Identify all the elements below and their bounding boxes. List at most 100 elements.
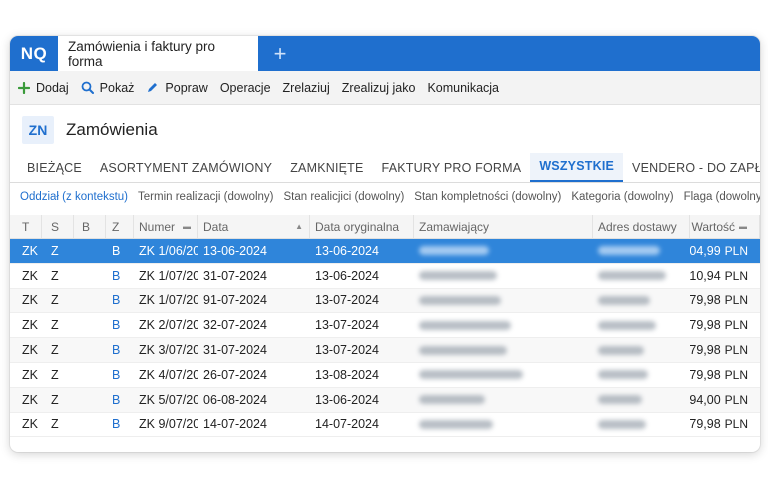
redacted-text — [419, 345, 507, 355]
cell-z: B — [112, 392, 121, 407]
tab-biezace[interactable]: BIEŻĄCE — [18, 161, 91, 182]
cell-t: ZK — [22, 417, 38, 432]
col-header-b[interactable]: B — [74, 215, 106, 238]
add-button-label: Dodaj — [36, 80, 69, 95]
redacted-text — [598, 271, 666, 281]
cell-zamawiajacy — [414, 313, 593, 337]
cell-adres-dostawy — [593, 413, 690, 437]
redacted-text — [419, 295, 501, 305]
value-amount: 110,94 — [690, 268, 721, 283]
col-header-adres-dostawy[interactable]: Adres dostawy — [593, 215, 690, 238]
cell-zamawiajacy — [414, 264, 593, 288]
cell-s: Z — [51, 318, 59, 333]
value-currency: PLN — [724, 318, 748, 333]
cell-numer: ZK 1/06/2024 — [139, 243, 198, 258]
title-bar: NQ Zamówienia i faktury pro forma + — [10, 36, 760, 71]
tab-zamkniete[interactable]: ZAMKNIĘTE — [281, 161, 372, 182]
cell-wartosc: 79,98 PLN — [690, 313, 760, 337]
col-header-numer[interactable]: Numer ▬ — [134, 215, 198, 238]
cell-b — [74, 289, 106, 313]
realize-as-menu[interactable]: Zrealizuj jako — [342, 81, 416, 95]
add-tab-button[interactable]: + — [258, 36, 302, 71]
realize-button[interactable]: Zrelaziuj — [283, 81, 330, 95]
filter-termin-realizacji[interactable]: Termin realizacji (dowolny) — [138, 191, 273, 203]
table-row[interactable]: ZK Z B ZK 2/07/2024 32-07-2024 13-07-202… — [10, 313, 760, 339]
cell-numer: ZK 1/07/2024 — [139, 293, 198, 308]
cell-data-oryginalna: 13-07-2024 — [315, 343, 379, 358]
value-currency: PLN — [724, 243, 748, 258]
cell-s: Z — [51, 392, 59, 407]
communication-menu[interactable]: Komunikacja — [427, 81, 499, 95]
tab-zamowienia[interactable]: Zamówienia i faktury pro forma — [58, 36, 258, 71]
show-button[interactable]: Pokaż — [81, 80, 135, 95]
cell-s: Z — [51, 367, 59, 382]
col-header-data[interactable]: Data ▲ — [198, 215, 310, 238]
redacted-text — [598, 419, 646, 429]
tab-faktury-pro-forma[interactable]: FAKTURY PRO FORMA — [373, 161, 531, 182]
sort-asc-icon: ▲ — [295, 222, 303, 231]
cell-b — [74, 363, 106, 387]
edit-button-label: Popraw — [165, 80, 208, 95]
cell-data-oryginalna: 13-06-2024 — [315, 392, 379, 407]
cell-adres-dostawy — [593, 313, 690, 337]
add-button[interactable]: Dodaj — [18, 81, 69, 95]
cell-z: B — [112, 343, 121, 358]
cell-s: Z — [51, 268, 59, 283]
table-row[interactable]: ZK Z B ZK 4/07/2024 26-07-2024 13-08-202… — [10, 363, 760, 388]
cell-wartosc: 79,98 PLN — [690, 289, 760, 313]
col-header-s[interactable]: S — [42, 215, 74, 238]
tab-vendero-do-zaplaty[interactable]: VENDERO - DO ZAPŁATY — [623, 161, 760, 182]
cell-s: Z — [51, 343, 59, 358]
tab-asortyment-zamowiony[interactable]: ASORTYMENT ZAMÓWIONY — [91, 161, 281, 182]
col-header-t[interactable]: T — [10, 215, 42, 238]
cell-zamawiajacy — [414, 239, 593, 263]
col-header-data-label: Data — [203, 219, 229, 234]
col-header-zamawiajacy[interactable]: Zamawiający — [414, 215, 593, 238]
table-row[interactable]: ZK Z B ZK 1/06/2024 13-06-2024 13-06-202… — [10, 239, 760, 264]
cell-numer: ZK 2/07/2024 — [139, 318, 198, 333]
table-row[interactable]: ZK Z B ZK 9/07/2024 14-07-2024 14-07-202… — [10, 413, 760, 438]
cell-b — [74, 388, 106, 412]
col-header-z[interactable]: Z — [106, 215, 134, 238]
orders-table: T S B Z Numer ▬ Data ▲ Data oryginalna Z… — [10, 215, 760, 438]
redacted-text — [598, 370, 648, 380]
redacted-text — [419, 246, 489, 256]
cell-adres-dostawy — [593, 338, 690, 362]
table-row[interactable]: ZK Z B ZK 1/07/2024 31-07-2024 13-06-202… — [10, 264, 760, 289]
show-button-label: Pokaż — [99, 80, 135, 95]
filter-stan-kompletnosci[interactable]: Stan kompletności (dowolny) — [414, 191, 561, 203]
cell-t: ZK — [22, 268, 38, 283]
value-amount: 79,98 — [690, 318, 721, 333]
operations-menu[interactable]: Operacje — [220, 81, 271, 95]
sort-desc-icon: ▬ — [739, 222, 747, 231]
redacted-text — [419, 320, 511, 330]
app-logo[interactable]: NQ — [10, 36, 58, 71]
redacted-text — [598, 246, 660, 256]
value-currency: PLN — [724, 392, 748, 407]
tab-wszystkie[interactable]: WSZYSTKIE — [530, 153, 624, 182]
redacted-text — [419, 370, 523, 380]
filter-oddzial[interactable]: Oddział (z kontekstu) — [20, 191, 128, 203]
plus-icon — [18, 81, 30, 94]
cell-data: 31-07-2024 — [203, 343, 267, 358]
filter-flaga[interactable]: Flaga (dowolny) — [684, 191, 760, 203]
cell-b — [74, 313, 106, 337]
table-header: T S B Z Numer ▬ Data ▲ Data oryginalna Z… — [10, 215, 760, 239]
table-row[interactable]: ZK Z B ZK 5/07/2024 06-08-2024 13-06-202… — [10, 387, 760, 413]
value-currency: PLN — [724, 417, 748, 432]
filter-kategoria[interactable]: Kategoria (dowolny) — [571, 191, 673, 203]
filter-stan-realizacji[interactable]: Stan realicjici (dowolny) — [284, 191, 405, 203]
cell-data: 31-07-2024 — [203, 268, 267, 283]
table-row[interactable]: ZK Z B ZK 3/07/2024 31-07-2024 13-07-202… — [10, 338, 760, 363]
pencil-icon — [146, 81, 159, 94]
redacted-text — [419, 271, 497, 281]
value-amount: 79,98 — [690, 367, 721, 382]
table-row[interactable]: ZK Z B ZK 1/07/2024 91-07-2024 13-07-202… — [10, 288, 760, 314]
sort-desc-icon: ▬ — [183, 222, 191, 231]
cell-zamawiajacy — [414, 363, 593, 387]
col-header-wartosc[interactable]: Wartość ▬ — [690, 215, 760, 238]
col-header-data-oryginalna[interactable]: Data oryginalna — [310, 215, 414, 238]
cell-t: ZK — [22, 293, 38, 308]
edit-button[interactable]: Popraw — [146, 80, 208, 95]
col-header-numer-label: Numer — [139, 219, 176, 234]
